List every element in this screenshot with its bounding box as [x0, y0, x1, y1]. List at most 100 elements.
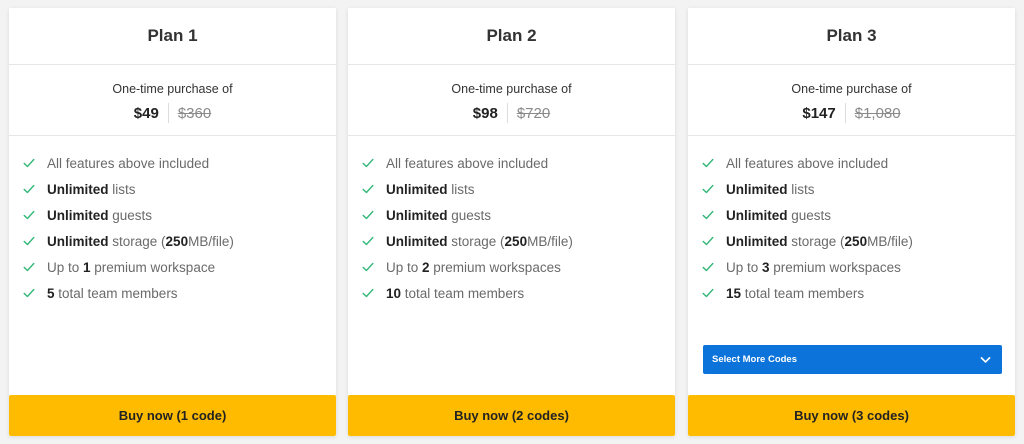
- feature-text-part: lists: [108, 181, 136, 197]
- feature-text-part: guests: [108, 207, 153, 223]
- feature-highlight: Unlimited: [726, 233, 788, 249]
- feature-highlight: 1: [83, 259, 91, 275]
- feature-text-part: premium workspaces: [429, 259, 561, 275]
- buy-now-button[interactable]: Buy now (3 codes): [688, 395, 1015, 436]
- plan-card-3: Plan 3 One-time purchase of $147 $1,080 …: [688, 8, 1015, 436]
- check-icon: [362, 288, 374, 298]
- feature-text: Up to 1 premium workspace: [47, 260, 215, 275]
- check-icon: [23, 210, 35, 220]
- price-caption: One-time purchase of: [791, 82, 912, 96]
- feature-text-part: guests: [787, 207, 832, 223]
- feature-item: Unlimited lists: [688, 176, 1015, 202]
- feature-highlight: 10: [386, 285, 402, 301]
- feature-text: Unlimited lists: [386, 182, 475, 197]
- check-icon: [23, 236, 35, 246]
- feature-text-part: All features above included: [47, 155, 210, 171]
- check-icon: [702, 262, 714, 272]
- feature-text-part: total team members: [401, 285, 525, 301]
- price-row: $98 $720: [348, 102, 675, 124]
- feature-list: All features above included Unlimited lis…: [9, 136, 336, 306]
- feature-highlight: Unlimited: [386, 233, 448, 249]
- feature-text-part: MB/file): [188, 233, 234, 249]
- feature-highlight: Unlimited: [386, 181, 448, 197]
- chevron-down-icon: [980, 357, 991, 363]
- feature-text-part: guests: [447, 207, 492, 223]
- pricing-section: One-time purchase of $147 $1,080: [688, 65, 1015, 136]
- feature-text: All features above included: [47, 156, 209, 171]
- feature-text: Unlimited guests: [47, 208, 152, 223]
- plan-card-2: Plan 2 One-time purchase of $98 $720 All…: [348, 8, 675, 436]
- feature-text-part: Up to: [726, 259, 763, 275]
- original-price: $720: [516, 104, 551, 122]
- feature-text-part: premium workspaces: [769, 259, 901, 275]
- feature-highlight: 2: [422, 259, 430, 275]
- feature-text: Unlimited lists: [726, 182, 815, 197]
- feature-item: Unlimited guests: [348, 202, 675, 228]
- current-price: $147: [802, 104, 836, 122]
- feature-list: All features above included Unlimited lis…: [348, 136, 675, 306]
- buy-now-button[interactable]: Buy now (1 code): [9, 395, 336, 436]
- feature-text-part: total team members: [54, 285, 178, 301]
- feature-list: All features above included Unlimited lis…: [688, 136, 1015, 306]
- plan-title: Plan 1: [9, 8, 336, 65]
- feature-highlight: 250: [844, 233, 868, 249]
- feature-text-part: total team members: [741, 285, 865, 301]
- buy-now-button[interactable]: Buy now (2 codes): [348, 395, 675, 436]
- check-icon: [702, 288, 714, 298]
- check-icon: [362, 262, 374, 272]
- feature-text: Unlimited guests: [726, 208, 831, 223]
- select-more-codes-dropdown[interactable]: Select More Codes: [703, 345, 1002, 374]
- feature-text-part: storage (: [108, 233, 166, 249]
- feature-text-part: Up to: [47, 259, 84, 275]
- check-icon: [702, 184, 714, 194]
- feature-text: Unlimited lists: [47, 182, 136, 197]
- feature-item: Unlimited lists: [9, 176, 336, 202]
- price-caption: One-time purchase of: [112, 82, 233, 96]
- feature-item: Unlimited storage (250MB/file): [9, 228, 336, 254]
- feature-item: All features above included: [348, 150, 675, 176]
- price-caption: One-time purchase of: [451, 82, 572, 96]
- check-icon: [702, 236, 714, 246]
- feature-text: 15 total team members: [726, 286, 864, 301]
- feature-text-part: All features above included: [386, 155, 549, 171]
- feature-item: Up to 2 premium workspaces: [348, 254, 675, 280]
- feature-text: Up to 3 premium workspaces: [726, 260, 901, 275]
- feature-text: All features above included: [726, 156, 888, 171]
- feature-text: Unlimited storage (250MB/file): [47, 234, 234, 249]
- feature-text: Up to 2 premium workspaces: [386, 260, 561, 275]
- feature-text-part: lists: [447, 181, 475, 197]
- feature-text: All features above included: [386, 156, 548, 171]
- feature-item: 5 total team members: [9, 280, 336, 306]
- feature-text: 10 total team members: [386, 286, 524, 301]
- feature-highlight: 3: [762, 259, 770, 275]
- feature-item: 10 total team members: [348, 280, 675, 306]
- feature-highlight: 250: [504, 233, 528, 249]
- feature-item: Up to 1 premium workspace: [9, 254, 336, 280]
- feature-item: Up to 3 premium workspaces: [688, 254, 1015, 280]
- feature-item: Unlimited storage (250MB/file): [348, 228, 675, 254]
- check-icon: [702, 158, 714, 168]
- feature-item: 15 total team members: [688, 280, 1015, 306]
- feature-text-part: storage (: [447, 233, 505, 249]
- feature-highlight: 15: [726, 285, 742, 301]
- feature-text-part: storage (: [787, 233, 845, 249]
- feature-highlight: Unlimited: [47, 207, 109, 223]
- check-icon: [362, 158, 374, 168]
- feature-highlight: Unlimited: [47, 233, 109, 249]
- feature-text: Unlimited storage (250MB/file): [726, 234, 913, 249]
- feature-text: 5 total team members: [47, 286, 178, 301]
- feature-item: Unlimited guests: [9, 202, 336, 228]
- feature-highlight: Unlimited: [726, 181, 788, 197]
- plan-card-1: Plan 1 One-time purchase of $49 $360 All…: [9, 8, 336, 436]
- check-icon: [362, 184, 374, 194]
- price-row: $49 $360: [9, 102, 336, 124]
- feature-highlight: 250: [165, 233, 189, 249]
- feature-text-part: All features above included: [726, 155, 889, 171]
- feature-text: Unlimited storage (250MB/file): [386, 234, 573, 249]
- feature-item: All features above included: [688, 150, 1015, 176]
- feature-item: Unlimited lists: [348, 176, 675, 202]
- feature-highlight: Unlimited: [47, 181, 109, 197]
- feature-text-part: Up to: [386, 259, 423, 275]
- check-icon: [23, 184, 35, 194]
- price-row: $147 $1,080: [688, 102, 1015, 124]
